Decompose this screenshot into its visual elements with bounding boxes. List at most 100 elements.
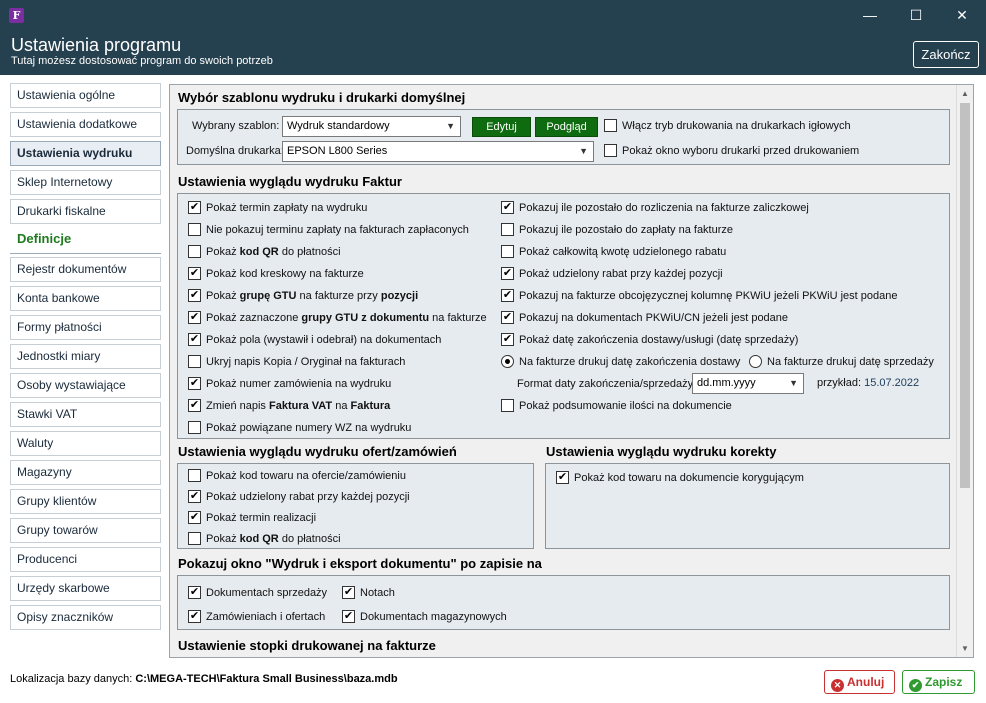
checkbox[interactable] <box>501 399 514 412</box>
offers-option-row[interactable]: Pokaż kod towaru na ofercie/zamówieniu <box>188 469 406 482</box>
export-option-row[interactable]: ✔ Dokumentach magazynowych <box>342 610 507 623</box>
checkbox[interactable]: ✔ <box>342 586 355 599</box>
checkbox[interactable]: ✔ <box>188 490 201 503</box>
checkbox[interactable] <box>188 223 201 236</box>
export-option-row[interactable]: ✔ Zamówieniach i ofertach <box>188 610 325 623</box>
checkbox[interactable]: ✔ <box>188 586 201 599</box>
checkbox[interactable]: ✔ <box>188 610 201 623</box>
sidebar-item-general[interactable]: Ustawienia ogólne <box>10 83 161 108</box>
invoice-option-row[interactable]: Pokaż podsumowanie ilości na dokumencie <box>501 399 732 412</box>
checkbox[interactable] <box>188 245 201 258</box>
radio-delivery-date[interactable] <box>501 355 514 368</box>
checkbox[interactable] <box>188 355 201 368</box>
checkbox[interactable]: ✔ <box>501 267 514 280</box>
radio-sale-date[interactable] <box>749 355 762 368</box>
printer-select[interactable]: EPSON L800 Series ▼ <box>282 141 594 162</box>
invoice-option-row[interactable]: Pokaż powiązane numery WZ na wydruku <box>188 421 411 434</box>
invoice-option-row[interactable]: Ukryj napis Kopia / Oryginał na fakturac… <box>188 355 405 368</box>
sidebar-item-product-groups[interactable]: Grupy towarów <box>10 518 161 543</box>
sidebar-item-tax-offices[interactable]: Urzędy skarbowe <box>10 576 161 601</box>
checkbox[interactable]: ✔ <box>188 267 201 280</box>
checkbox[interactable]: ✔ <box>188 333 201 346</box>
invoice-option-row[interactable]: Nie pokazuj terminu zapłaty na fakturach… <box>188 223 469 236</box>
checkbox[interactable] <box>501 245 514 258</box>
sidebar-item-units[interactable]: Jednostki miary <box>10 344 161 369</box>
sidebar-item-payment-forms[interactable]: Formy płatności <box>10 315 161 340</box>
checkmark-icon: ✔ <box>909 679 922 692</box>
scroll-up-icon[interactable]: ▲ <box>957 85 973 102</box>
checkbox[interactable]: ✔ <box>188 511 201 524</box>
sidebar-item-issuers[interactable]: Osoby wystawiające <box>10 373 161 398</box>
sidebar-item-producers[interactable]: Producenci <box>10 547 161 572</box>
scroll-thumb[interactable] <box>960 103 970 488</box>
template-select[interactable]: Wydruk standardowy ▼ <box>282 116 461 137</box>
checkbox[interactable]: ✔ <box>188 311 201 324</box>
checkbox[interactable]: ✔ <box>188 201 201 214</box>
invoice-option-row[interactable]: ✔ Pokazuj ile pozostało do rozliczenia n… <box>501 201 809 214</box>
invoice-option-row[interactable]: Pokaż całkowitą kwotę udzielonego rabatu <box>501 245 726 258</box>
edit-template-button[interactable]: Edytuj <box>472 117 531 137</box>
save-button[interactable]: ✔ Zapisz <box>902 670 975 694</box>
invoice-option-row[interactable]: ✔ Pokaż udzielony rabat przy każdej pozy… <box>501 267 723 280</box>
sidebar-item-fiscal[interactable]: Drukarki fiskalne <box>10 199 161 224</box>
checkbox[interactable] <box>501 223 514 236</box>
invoice-option-row[interactable]: Pokazuj ile pozostało do zapłaty na fakt… <box>501 223 733 236</box>
invoice-option-row[interactable]: ✔ Pokazuj na dokumentach PKWiU/CN jeżeli… <box>501 311 788 324</box>
invoice-option-row[interactable]: ✔ Pokaż datę zakończenia dostawy/usługi … <box>501 333 798 346</box>
checkbox[interactable]: ✔ <box>501 333 514 346</box>
radio-delivery-row[interactable]: Na fakturze drukuj datę zakończenia dost… <box>501 355 740 368</box>
dot-matrix-checkbox[interactable] <box>604 119 617 132</box>
scroll-down-icon[interactable]: ▼ <box>957 640 973 657</box>
offers-option-row[interactable]: ✔ Pokaż termin realizacji <box>188 511 316 524</box>
preview-template-button[interactable]: Podgląd <box>535 117 598 137</box>
invoice-option-row[interactable]: ✔ Zmień napis Faktura VAT na Faktura <box>188 399 390 412</box>
printer-dialog-checkbox[interactable] <box>604 144 617 157</box>
checkbox[interactable] <box>188 532 201 545</box>
sidebar-item-vat-rates[interactable]: Stawki VAT <box>10 402 161 427</box>
dot-matrix-checkbox-row[interactable]: Włącz tryb drukowania na drukarkach igło… <box>604 119 851 132</box>
offers-option-row[interactable]: Pokaż kod QR do płatności <box>188 532 341 545</box>
minimize-button[interactable]: — <box>847 0 893 31</box>
offers-option-row[interactable]: ✔ Pokaż udzielony rabat przy każdej pozy… <box>188 490 410 503</box>
invoice-option-row[interactable]: ✔ Pokaż pola (wystawił i odebrał) na dok… <box>188 333 441 346</box>
corrections-option-row[interactable]: ✔ Pokaż kod towaru na dokumencie koryguj… <box>556 471 804 484</box>
checkbox[interactable]: ✔ <box>501 201 514 214</box>
invoice-option-row[interactable]: Pokaż kod QR do płatności <box>188 245 341 258</box>
checkbox[interactable]: ✔ <box>501 289 514 302</box>
checkbox[interactable] <box>188 421 201 434</box>
finish-button[interactable]: Zakończ <box>913 41 979 68</box>
sidebar-item-markers[interactable]: Opisy znaczników <box>10 605 161 630</box>
checkbox[interactable]: ✔ <box>188 399 201 412</box>
radio-delivery-label: Na fakturze drukuj datę zakończenia dost… <box>519 355 741 368</box>
vertical-scrollbar[interactable]: ▲ ▼ <box>956 85 973 657</box>
radio-sale-row[interactable]: Na fakturze drukuj datę sprzedaży <box>749 355 934 368</box>
export-option-row[interactable]: ✔ Notach <box>342 586 395 599</box>
sidebar-item-currencies[interactable]: Waluty <box>10 431 161 456</box>
invoice-option-row[interactable]: ✔ Pokaż termin zapłaty na wydruku <box>188 201 367 214</box>
invoice-option-row[interactable]: ✔ Pokaż numer zamówienia na wydruku <box>188 377 391 390</box>
settings-panel[interactable]: Wybór szablonu wydruku i drukarki domyśl… <box>169 84 974 658</box>
sidebar-item-client-groups[interactable]: Grupy klientów <box>10 489 161 514</box>
maximize-button[interactable]: ☐ <box>893 0 939 31</box>
sidebar-item-print[interactable]: Ustawienia wydruku <box>10 141 161 166</box>
printer-dialog-checkbox-row[interactable]: Pokaż okno wyboru drukarki przed drukowa… <box>604 144 859 157</box>
close-window-button[interactable]: ✕ <box>939 0 985 31</box>
checkbox[interactable]: ✔ <box>342 610 355 623</box>
date-format-select[interactable]: dd.mm.yyyy ▼ <box>692 373 804 394</box>
sidebar-item-document-register[interactable]: Rejestr dokumentów <box>10 257 161 282</box>
checkbox[interactable]: ✔ <box>556 471 569 484</box>
export-option-row[interactable]: ✔ Dokumentach sprzedaży <box>188 586 327 599</box>
invoice-option-row[interactable]: ✔ Pokaż grupę GTU na fakturze przy pozyc… <box>188 289 418 302</box>
sidebar-item-additional[interactable]: Ustawienia dodatkowe <box>10 112 161 137</box>
invoice-option-row[interactable]: ✔ Pokaż zaznaczone grupy GTU z dokumentu… <box>188 311 487 324</box>
checkbox[interactable] <box>188 469 201 482</box>
invoice-option-row[interactable]: ✔ Pokazuj na fakturze obcojęzycznej kolu… <box>501 289 897 302</box>
invoice-option-row[interactable]: ✔ Pokaż kod kreskowy na fakturze <box>188 267 364 280</box>
sidebar-item-bank-accounts[interactable]: Konta bankowe <box>10 286 161 311</box>
checkbox[interactable]: ✔ <box>501 311 514 324</box>
sidebar-item-warehouses[interactable]: Magazyny <box>10 460 161 485</box>
cancel-button[interactable]: ✕ Anuluj <box>824 670 895 694</box>
checkbox[interactable]: ✔ <box>188 289 201 302</box>
checkbox[interactable]: ✔ <box>188 377 201 390</box>
sidebar-item-shop[interactable]: Sklep Internetowy <box>10 170 161 195</box>
